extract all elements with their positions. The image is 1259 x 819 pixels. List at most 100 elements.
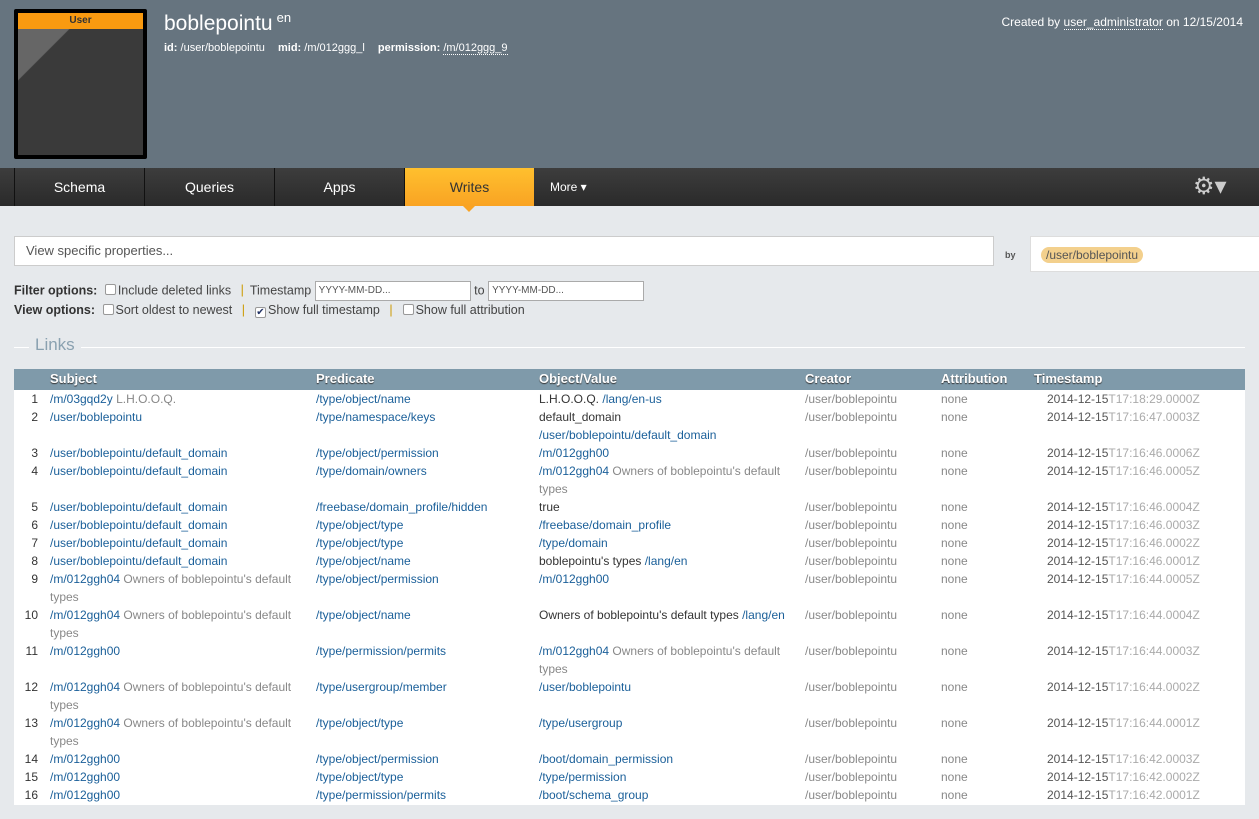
properties-search-input[interactable]: View specific properties... (14, 236, 994, 266)
row-number: 7 (31, 536, 38, 550)
creator: /user/boblepointu (805, 554, 898, 568)
attribution: none (941, 500, 968, 514)
subject-link[interactable]: /m/012ggh00 (50, 770, 120, 784)
subject-link[interactable]: /user/boblepointu/default_domain (50, 500, 227, 514)
table-row: 7/user/boblepointu/default_domain/type/o… (14, 534, 1245, 552)
timestamp-date: 2014-12-15 (1047, 680, 1109, 694)
predicate-link[interactable]: /type/object/name (316, 608, 411, 622)
title-text: boblepointu (164, 12, 273, 35)
timestamp-from-input[interactable]: YYYY-MM-DD... (314, 281, 471, 301)
attribution: none (941, 644, 968, 658)
subject-link[interactable]: /user/boblepointu (50, 410, 142, 424)
object-link[interactable]: /user/boblepointu (539, 680, 631, 694)
object-link[interactable]: /m/012ggh00 (539, 446, 609, 460)
col-object[interactable]: Object/Value (539, 371, 797, 386)
object-link[interactable]: /lang/en (742, 608, 785, 622)
predicate-link[interactable]: /freebase/domain_profile/hidden (316, 500, 487, 514)
object-text: true (539, 500, 560, 514)
predicate-link[interactable]: /type/object/type (316, 770, 403, 784)
col-subject[interactable]: Subject (50, 371, 310, 386)
subject-link[interactable]: /m/012ggh04 (50, 716, 120, 730)
table-row: 10/m/012ggh04 Owners of boblepointu's de… (14, 606, 1245, 642)
user-filter-token[interactable]: /user/boblepointu (1041, 247, 1144, 263)
include-deleted-checkbox[interactable] (104, 284, 116, 296)
predicate-link[interactable]: /type/object/type (316, 716, 403, 730)
predicate-link[interactable]: /type/object/name (316, 392, 411, 406)
subject-link[interactable]: /m/012ggh00 (50, 644, 120, 658)
full-timestamp-checkbox[interactable]: ✔ (254, 307, 266, 318)
subject-link[interactable]: /user/boblepointu/default_domain (50, 554, 227, 568)
tab-writes[interactable]: Writes (404, 168, 534, 212)
predicate-link[interactable]: /type/object/permission (316, 572, 439, 586)
object-link[interactable]: /m/012ggh04 (539, 644, 609, 658)
subject-link[interactable]: /m/012ggh04 (50, 680, 120, 694)
timestamp-date: 2014-12-15 (1047, 536, 1109, 550)
subject-link[interactable]: /m/012ggh04 (50, 572, 120, 586)
creator: /user/boblepointu (805, 788, 898, 802)
object-link[interactable]: /type/permission (539, 770, 626, 784)
permission-link[interactable]: /m/012ggg_9 (443, 42, 508, 55)
object-link[interactable]: /m/012ggh04 (539, 464, 609, 478)
subject-link[interactable]: /user/boblepointu/default_domain (50, 446, 227, 460)
object-link[interactable]: /freebase/domain_profile (539, 518, 671, 532)
predicate-link[interactable]: /type/object/type (316, 518, 403, 532)
timestamp-time: T17:16:44.0003Z (1108, 644, 1200, 658)
creator: /user/boblepointu (805, 644, 898, 658)
predicate-link[interactable]: /type/usergroup/member (316, 680, 447, 694)
predicate-link[interactable]: /type/permission/permits (316, 644, 446, 658)
attribution: none (941, 536, 968, 550)
gear-icon[interactable]: ⚙▾ (1193, 172, 1227, 201)
full-attribution-checkbox[interactable] (402, 304, 414, 315)
creator: /user/boblepointu (805, 680, 898, 694)
tab-apps[interactable]: Apps (274, 168, 404, 206)
object-link[interactable]: /lang/en-us (602, 392, 661, 406)
timestamp-date: 2014-12-15 (1047, 500, 1109, 514)
object-link[interactable]: /boot/schema_group (539, 788, 648, 802)
row-number: 5 (31, 500, 38, 514)
predicate-link[interactable]: /type/permission/permits (316, 788, 446, 802)
subject-link[interactable]: /m/03gqd2y (50, 392, 113, 406)
subject-link[interactable]: /user/boblepointu/default_domain (50, 536, 227, 550)
subject-link[interactable]: /user/boblepointu/default_domain (50, 518, 227, 532)
attribution: none (941, 752, 968, 766)
row-number: 3 (31, 446, 38, 460)
permission-label: permission: (377, 42, 441, 54)
subject-link[interactable]: /m/012ggh00 (50, 788, 120, 802)
more-menu[interactable]: More ▾ (550, 168, 587, 206)
subject-link[interactable]: /user/boblepointu/default_domain (50, 464, 227, 478)
object-link[interactable]: /m/012ggh00 (539, 572, 609, 586)
subject-link[interactable]: /m/012ggh00 (50, 752, 120, 766)
predicate-link[interactable]: /type/namespace/keys (316, 410, 435, 424)
object-link[interactable]: /user/boblepointu/default_domain (539, 428, 716, 442)
predicate-link[interactable]: /type/object/type (316, 536, 403, 550)
col-attribution[interactable]: Attribution (941, 371, 1007, 386)
object-link[interactable]: /type/usergroup (539, 716, 622, 730)
tab-schema[interactable]: Schema (14, 168, 144, 206)
row-number: 8 (31, 554, 38, 568)
timestamp-date: 2014-12-15 (1047, 446, 1109, 460)
attribution: none (941, 554, 968, 568)
creator-link[interactable]: user_administrator (1063, 15, 1163, 30)
predicate-link[interactable]: /type/object/permission (316, 446, 439, 460)
timestamp-date: 2014-12-15 (1047, 554, 1109, 568)
tab-queries[interactable]: Queries (144, 168, 274, 206)
col-creator[interactable]: Creator (805, 371, 851, 386)
timestamp-to-input[interactable]: YYYY-MM-DD... (488, 281, 645, 301)
object-link[interactable]: /type/domain (539, 536, 608, 550)
object-link[interactable]: /boot/domain_permission (539, 752, 673, 766)
predicate-link[interactable]: /type/object/permission (316, 752, 439, 766)
predicate-link[interactable]: /type/domain/owners (316, 464, 427, 478)
row-number: 6 (31, 518, 38, 532)
filter-options-label: Filter options: (14, 283, 98, 298)
table-row: 12/m/012ggh04 Owners of boblepointu's de… (14, 678, 1245, 714)
object-link[interactable]: /lang/en (645, 554, 688, 568)
sort-oldest-checkbox[interactable] (102, 304, 114, 315)
col-timestamp[interactable]: Timestamp (1034, 371, 1102, 386)
creator: /user/boblepointu (805, 392, 898, 406)
col-predicate[interactable]: Predicate (316, 371, 531, 386)
user-filter-field[interactable]: /user/boblepointu (1030, 236, 1259, 272)
timestamp-date: 2014-12-15 (1047, 608, 1109, 622)
predicate-link[interactable]: /type/object/name (316, 554, 411, 568)
table-row: 5/user/boblepointu/default_domain/freeba… (14, 498, 1245, 516)
subject-link[interactable]: /m/012ggh04 (50, 608, 120, 622)
